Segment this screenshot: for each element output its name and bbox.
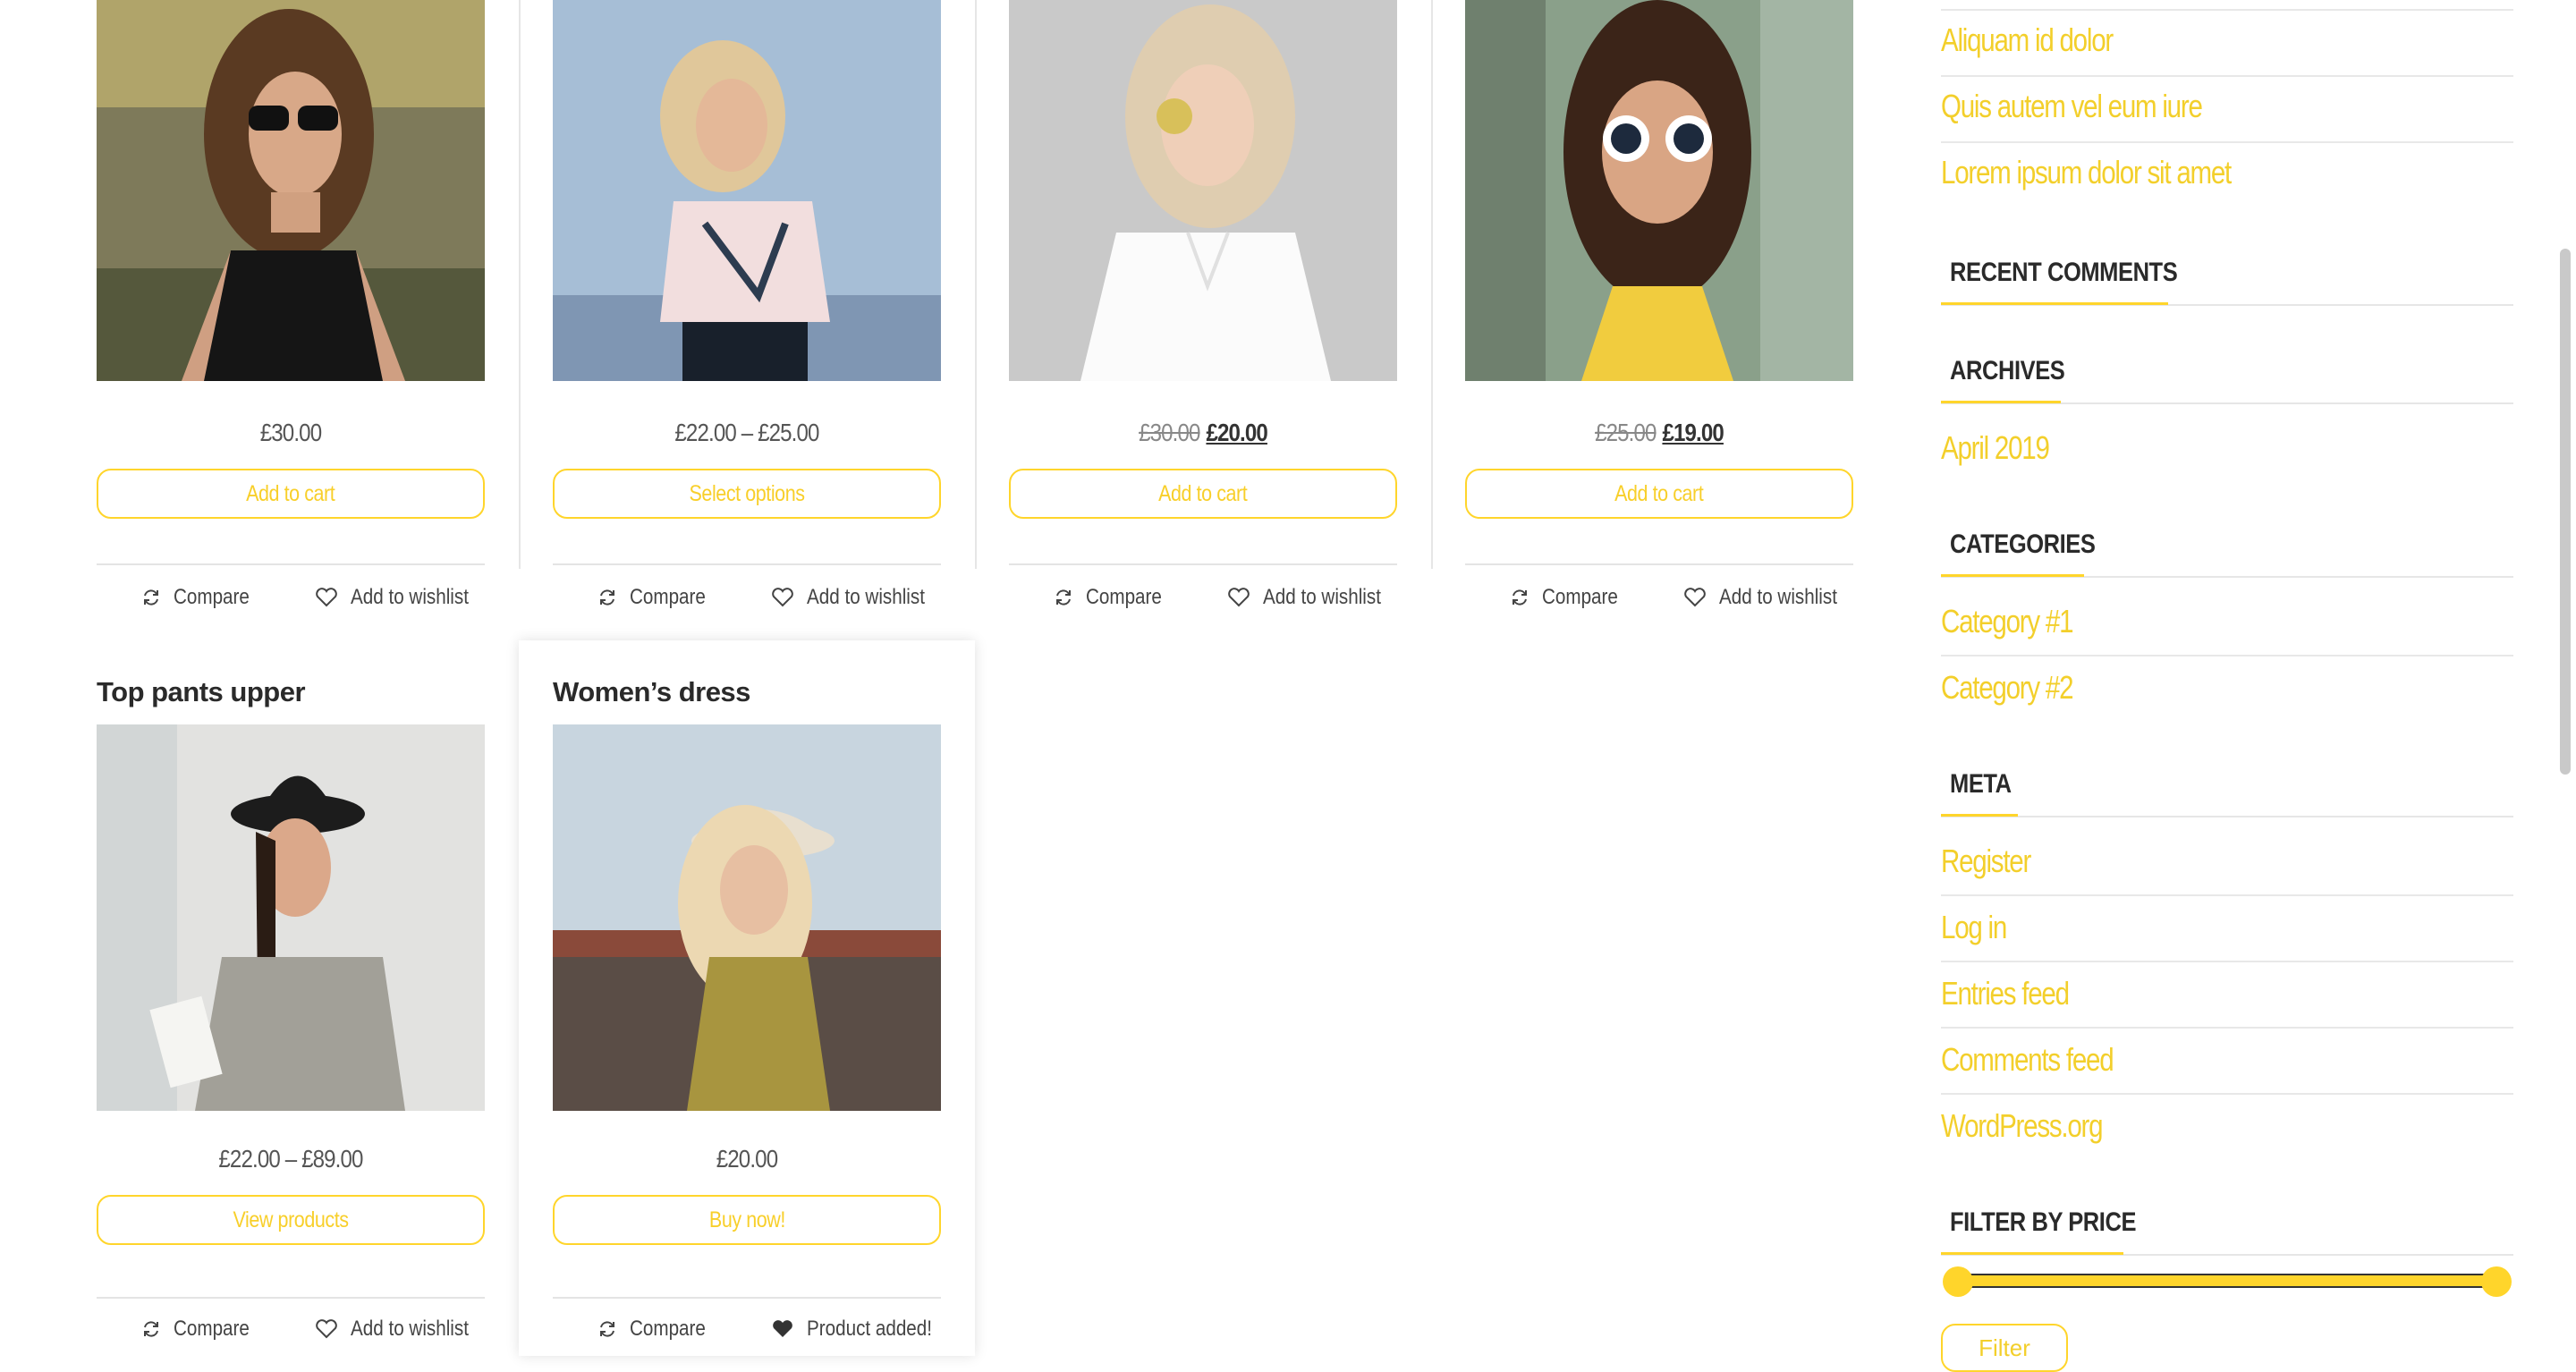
widget-divider bbox=[1941, 655, 2513, 656]
refresh-icon bbox=[600, 1321, 614, 1337]
column-separator bbox=[519, 0, 521, 569]
add-to-wishlist-link[interactable]: Add to wishlist bbox=[771, 585, 944, 610]
product-card[interactable]: £25.00 £19.00 Add to cart bbox=[1465, 0, 1853, 626]
widget-title-accent bbox=[1941, 302, 2168, 305]
meta-link-wordpress[interactable]: WordPress.org bbox=[1941, 1107, 2104, 1145]
compare-link[interactable]: Compare bbox=[141, 1317, 262, 1342]
heart-icon bbox=[772, 588, 793, 607]
widget-title-categories: CATEGORIES bbox=[1950, 529, 2096, 559]
widget-divider bbox=[1941, 1027, 2513, 1029]
column-separator bbox=[975, 0, 977, 569]
product-card[interactable]: Women’s dress £20.00 Buy now! bbox=[553, 676, 941, 1345]
widget-title-accent bbox=[1941, 574, 2084, 577]
product-card[interactable]: Top pants upper £22.00 – £89.00 View pro… bbox=[97, 676, 485, 1345]
add-to-wishlist-link[interactable]: Add to wishlist bbox=[315, 1317, 487, 1342]
price-min-handle[interactable] bbox=[1943, 1266, 1973, 1297]
divider bbox=[1465, 563, 1853, 565]
product-image[interactable] bbox=[553, 724, 941, 1111]
product-card[interactable]: £30.00 Add to cart bbox=[97, 0, 485, 626]
divider bbox=[553, 1297, 941, 1299]
view-products-button[interactable]: View products bbox=[97, 1195, 485, 1245]
refresh-icon bbox=[1056, 589, 1071, 606]
recent-post-link[interactable]: Quis autem vel eum iure bbox=[1941, 88, 2203, 125]
widget-title-meta: META bbox=[1950, 769, 2012, 799]
price-range-track[interactable] bbox=[1957, 1274, 2497, 1288]
product-image[interactable] bbox=[97, 0, 485, 386]
compare-link[interactable]: Compare bbox=[1510, 585, 1631, 610]
meta-link-comments-feed[interactable]: Comments feed bbox=[1941, 1041, 2114, 1079]
refresh-icon bbox=[600, 589, 614, 606]
product-price: £30.00 bbox=[259, 419, 322, 446]
scrollbar[interactable] bbox=[2560, 249, 2571, 775]
add-to-cart-button[interactable]: Add to cart bbox=[1009, 469, 1397, 519]
product-image[interactable] bbox=[1465, 0, 1853, 386]
archive-link[interactable]: April 2019 bbox=[1941, 429, 2050, 467]
product-card[interactable]: £30.00 £20.00 Add to cart bbox=[1009, 0, 1397, 626]
recent-post-link[interactable]: Aliquam id dolor bbox=[1941, 21, 2114, 59]
category-link[interactable]: Category #2 bbox=[1941, 669, 2074, 707]
compare-link[interactable]: Compare bbox=[597, 1317, 718, 1342]
widget-divider bbox=[1941, 75, 2513, 77]
widget-title-filter-by-price: FILTER BY PRICE bbox=[1950, 1207, 2137, 1237]
widget-title-archives: ARCHIVES bbox=[1950, 356, 2065, 385]
widget-title-accent bbox=[1941, 1252, 2123, 1255]
widget-title-accent bbox=[1941, 814, 2018, 817]
price-max-handle[interactable] bbox=[2481, 1266, 2512, 1297]
buy-now-button[interactable]: Buy now! bbox=[553, 1195, 941, 1245]
divider bbox=[1009, 563, 1397, 565]
product-image[interactable] bbox=[1009, 0, 1397, 386]
widget-divider bbox=[1941, 9, 2513, 11]
heart-icon bbox=[316, 588, 337, 607]
product-title[interactable]: Women’s dress bbox=[553, 676, 750, 708]
widget-title-accent bbox=[1941, 401, 2061, 403]
meta-link-register[interactable]: Register bbox=[1941, 843, 2031, 880]
refresh-icon bbox=[144, 589, 158, 606]
compare-link[interactable]: Compare bbox=[1054, 585, 1174, 610]
add-to-cart-button[interactable]: Add to cart bbox=[1465, 469, 1853, 519]
heart-filled-icon bbox=[773, 1320, 792, 1337]
heart-icon bbox=[316, 1319, 337, 1339]
meta-link-login[interactable]: Log in bbox=[1941, 909, 2007, 946]
recent-post-link[interactable]: Lorem ipsum dolor sit amet bbox=[1941, 154, 2232, 191]
heart-icon bbox=[1228, 588, 1250, 607]
widget-divider bbox=[1941, 961, 2513, 962]
product-title[interactable]: Top pants upper bbox=[97, 676, 306, 708]
product-price: £25.00 £19.00 bbox=[1595, 419, 1724, 446]
add-to-wishlist-link[interactable]: Add to wishlist bbox=[1683, 585, 1856, 610]
meta-link-entries-feed[interactable]: Entries feed bbox=[1941, 975, 2070, 1012]
add-to-wishlist-link[interactable]: Add to wishlist bbox=[315, 585, 487, 610]
widget-divider bbox=[1941, 1093, 2513, 1095]
add-to-wishlist-link[interactable]: Add to wishlist bbox=[1227, 585, 1400, 610]
refresh-icon bbox=[1513, 589, 1527, 606]
divider bbox=[553, 563, 941, 565]
product-added-link[interactable]: Product added! bbox=[771, 1317, 953, 1342]
divider bbox=[97, 563, 485, 565]
refresh-icon bbox=[144, 1321, 158, 1337]
widget-divider bbox=[1941, 141, 2513, 143]
product-card[interactable]: £22.00 – £25.00 Select options bbox=[553, 0, 941, 626]
product-price: £30.00 £20.00 bbox=[1139, 419, 1268, 446]
filter-button[interactable]: Filter bbox=[1941, 1324, 2068, 1372]
product-price: £22.00 – £25.00 bbox=[674, 419, 819, 446]
column-separator bbox=[1431, 0, 1433, 569]
add-to-cart-button[interactable]: Add to cart bbox=[97, 469, 485, 519]
widget-title-underline bbox=[1941, 816, 2513, 817]
widget-divider bbox=[1941, 894, 2513, 896]
widget-title-recent-comments: RECENT COMMENTS bbox=[1950, 258, 2178, 287]
select-options-button[interactable]: Select options bbox=[553, 469, 941, 519]
compare-link[interactable]: Compare bbox=[597, 585, 718, 610]
divider bbox=[97, 1297, 485, 1299]
product-price: £22.00 – £89.00 bbox=[218, 1145, 363, 1173]
category-link[interactable]: Category #1 bbox=[1941, 603, 2074, 640]
heart-icon bbox=[1684, 588, 1706, 607]
product-image[interactable] bbox=[97, 724, 485, 1111]
product-price: £20.00 bbox=[716, 1145, 778, 1173]
compare-link[interactable]: Compare bbox=[141, 585, 262, 610]
product-image[interactable] bbox=[553, 0, 941, 386]
